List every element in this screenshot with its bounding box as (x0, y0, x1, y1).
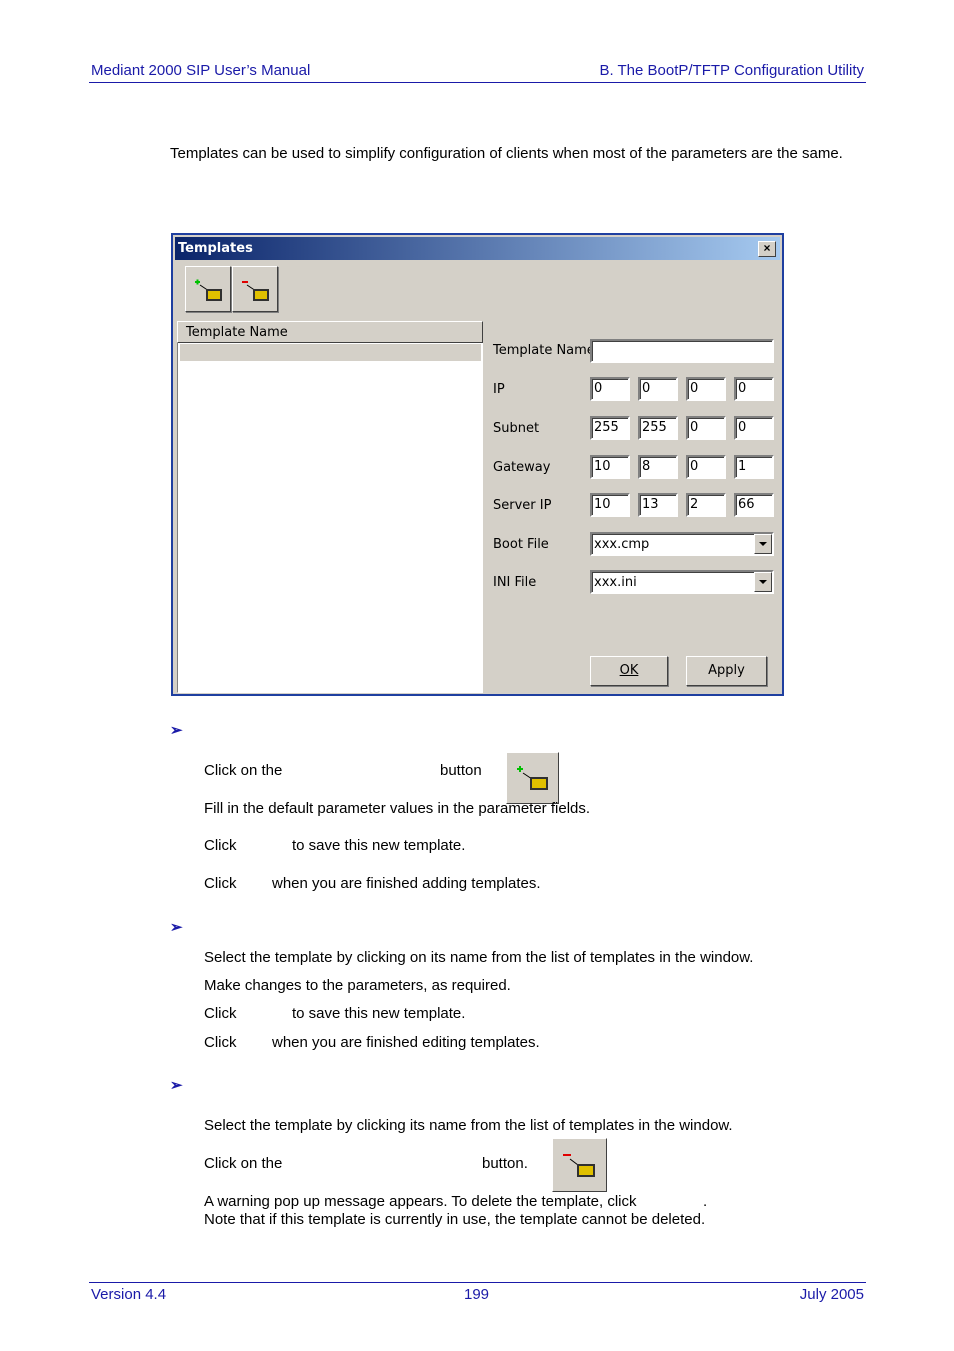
step-text: Click (204, 1005, 237, 1022)
footer-rule (89, 1282, 866, 1283)
step-text: button. (482, 1155, 528, 1172)
server-ip-octet-4[interactable]: 66 (734, 493, 774, 517)
gateway-octet-1[interactable]: 10 (590, 455, 630, 479)
footer-page-number: 199 (464, 1286, 490, 1303)
gateway-octet-3[interactable]: 0 (686, 455, 726, 479)
server-ip-label: Server IP (493, 498, 552, 513)
ip-octet-2[interactable]: 0 (638, 377, 678, 401)
header-rule (89, 82, 866, 83)
ok-button[interactable]: OK (590, 656, 668, 686)
ini-file-label: INI File (493, 575, 537, 590)
step-text: Make changes to the parameters, as requi… (204, 977, 511, 994)
ini-file-value: xxx.ini (594, 575, 637, 590)
step-text: Note that if this template is currently … (204, 1211, 706, 1228)
step-text: . (703, 1193, 708, 1210)
template-list-item[interactable] (180, 344, 481, 361)
chevron-down-icon[interactable] (754, 572, 772, 592)
gateway-octet-2[interactable]: 8 (638, 455, 678, 479)
subnet-octet-3[interactable]: 0 (686, 416, 726, 440)
step-text: Select the template by clicking on its n… (204, 949, 754, 966)
step-text: Click on the (204, 762, 283, 779)
bullet-icon: ➢ (170, 919, 183, 936)
step-text: Click (204, 1034, 237, 1051)
boot-file-select[interactable]: xxx.cmp (590, 532, 774, 556)
footer-date: July 2005 (799, 1286, 864, 1303)
apply-button-label: Apply (708, 663, 745, 678)
dialog-title: Templates (178, 241, 253, 256)
subnet-octet-1[interactable]: 255 (590, 416, 630, 440)
add-template-button[interactable] (185, 266, 231, 312)
remove-template-button-image (552, 1138, 607, 1192)
ini-file-select[interactable]: xxx.ini (590, 570, 774, 594)
footer-version: Version 4.4 (91, 1286, 167, 1303)
bullet-icon: ➢ (170, 722, 183, 739)
add-template-button-image (506, 752, 559, 804)
step-text: button (440, 762, 482, 779)
step-text: Fill in the default parameter values in … (204, 800, 591, 817)
close-button[interactable]: × (758, 241, 776, 257)
apply-button[interactable]: Apply (686, 656, 767, 686)
ok-button-label: OK (619, 663, 639, 678)
subnet-label: Subnet (493, 421, 540, 436)
add-template-icon (517, 766, 548, 790)
step-text: when you are finished editing templates. (272, 1034, 540, 1051)
ip-label: IP (493, 382, 505, 397)
dialog-titlebar: Templates × (175, 237, 780, 260)
remove-template-icon (563, 1154, 595, 1177)
boot-file-label: Boot File (493, 537, 549, 552)
ip-octet-1[interactable]: 0 (590, 377, 630, 401)
ip-octet-4[interactable]: 0 (734, 377, 774, 401)
chevron-down-icon[interactable] (754, 534, 772, 554)
subnet-octet-4[interactable]: 0 (734, 416, 774, 440)
remove-template-icon (242, 281, 269, 301)
intro-paragraph: Templates can be used to simplify config… (170, 145, 843, 162)
templates-dialog: Templates × Template Name Template Name … (171, 233, 784, 696)
gateway-octet-4[interactable]: 1 (734, 455, 774, 479)
boot-file-value: xxx.cmp (594, 537, 650, 552)
server-ip-octet-1[interactable]: 10 (590, 493, 630, 517)
template-name-label: Template Name (493, 343, 595, 358)
subnet-octet-2[interactable]: 255 (638, 416, 678, 440)
header-title: Mediant 2000 SIP User’s Manual (91, 62, 311, 79)
bullet-icon: ➢ (170, 1077, 183, 1094)
add-template-icon (195, 279, 222, 301)
gateway-label: Gateway (493, 460, 551, 475)
step-text: A warning pop up message appears. To del… (204, 1193, 637, 1210)
step-text: Click (204, 837, 237, 854)
step-text: to save this new template. (292, 837, 466, 854)
step-text: to save this new template. (292, 1005, 466, 1022)
step-text: Click on the (204, 1155, 283, 1172)
step-text: when you are finished adding templates. (272, 875, 541, 892)
template-name-input[interactable] (590, 339, 774, 363)
step-text: Click (204, 875, 237, 892)
remove-template-button[interactable] (232, 266, 278, 312)
template-list[interactable] (177, 343, 483, 693)
step-text: Select the template by clicking its name… (204, 1117, 733, 1134)
server-ip-octet-3[interactable]: 2 (686, 493, 726, 517)
server-ip-octet-2[interactable]: 13 (638, 493, 678, 517)
header-chapter: B. The BootP/TFTP Configuration Utility (599, 62, 864, 79)
ip-octet-3[interactable]: 0 (686, 377, 726, 401)
template-list-header[interactable]: Template Name (177, 321, 483, 343)
